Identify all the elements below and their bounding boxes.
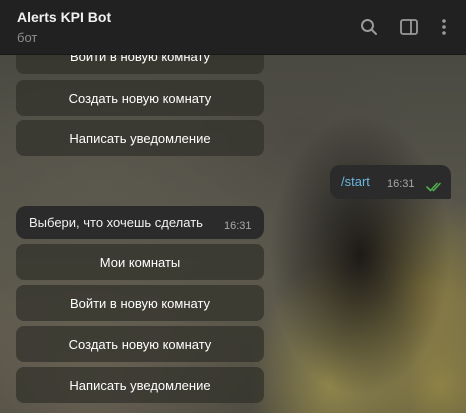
- chat-subtitle-overlay: бот: [17, 30, 38, 45]
- message-time: 16:31: [224, 220, 252, 232]
- keyboard-button-create-room[interactable]: Создать новую комнату: [16, 326, 264, 362]
- sidebar-toggle-icon: [400, 19, 418, 35]
- sidebar-toggle-button-overlay[interactable]: [396, 14, 422, 40]
- more-options-button-overlay[interactable]: [431, 14, 457, 40]
- keyboard-button-notify[interactable]: Написать уведомление: [16, 367, 264, 403]
- incoming-message: Выбери, что хочешь сделать 16:31: [16, 206, 264, 239]
- chat-title-overlay[interactable]: Alerts KPI Bot: [17, 9, 111, 25]
- message-text: Выбери, что хочешь сделать: [29, 215, 203, 230]
- double-check-icon: [426, 179, 444, 197]
- more-vertical-icon: [442, 19, 446, 35]
- message-time: 16:31: [387, 178, 415, 190]
- keyboard-button-my-rooms[interactable]: Мои комнаты: [16, 244, 264, 280]
- start-command-link[interactable]: /start: [341, 174, 370, 189]
- search-button-overlay[interactable]: [356, 14, 382, 40]
- outgoing-message: /start 16:31: [330, 165, 451, 199]
- keyboard-button-notify-top[interactable]: Написать уведомление: [16, 120, 264, 156]
- keyboard-button-create-room-top[interactable]: Создать новую комнату: [16, 80, 264, 116]
- keyboard-button-join-room[interactable]: Войти в новую комнату: [16, 285, 264, 321]
- search-icon: [361, 19, 377, 35]
- header-overlay: Alerts KPI Bot бот: [0, 0, 466, 55]
